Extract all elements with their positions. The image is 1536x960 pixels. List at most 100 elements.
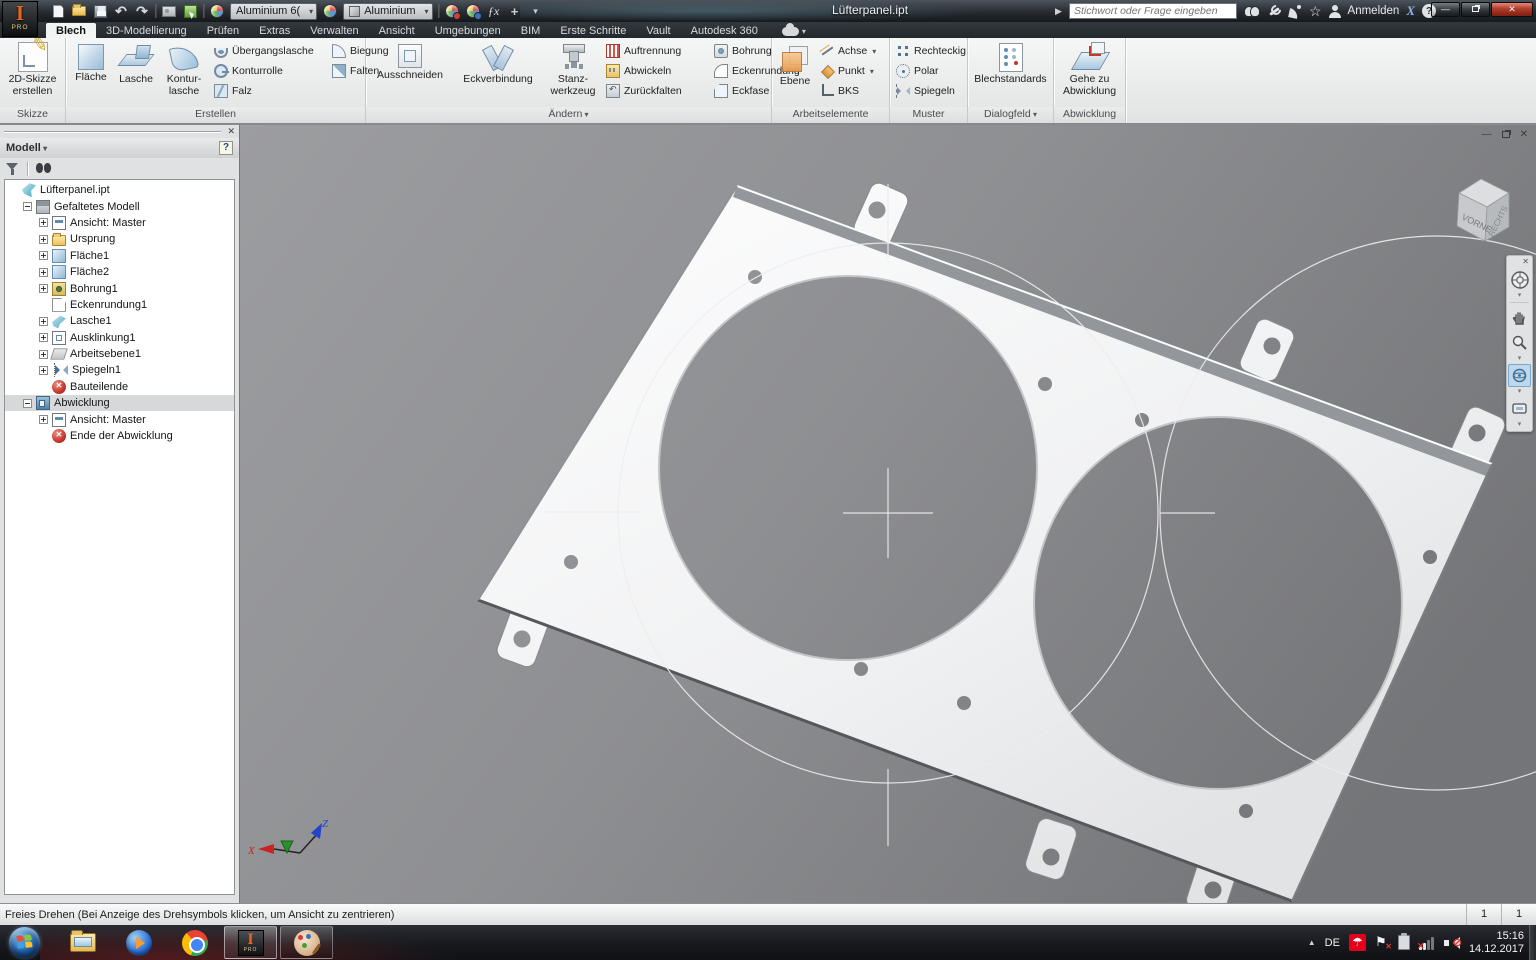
search-collapse-arrow[interactable]: ▶ [1055,6,1062,17]
save-button[interactable] [92,3,108,19]
filter-icon[interactable] [6,163,19,175]
network-icon[interactable] [1419,936,1435,950]
panel-label-dialogfeld[interactable]: Dialogfeld [968,107,1053,123]
doc-close-button[interactable]: ✕ [1520,129,1528,140]
ebene-button[interactable]: Ebene [774,40,816,88]
bks-button[interactable]: BKS [816,81,886,101]
volume-muted-icon[interactable] [1444,936,1460,950]
expand-icon[interactable] [39,235,48,244]
tab-extras[interactable]: Extras [249,23,300,38]
navbar-caret-icon[interactable]: ▾ [1518,293,1522,299]
tree-item-bauteilende[interactable]: Bauteilende [5,379,234,395]
parameters-button[interactable]: ƒx [486,3,502,19]
action-center-icon[interactable] [1375,935,1389,950]
close-button[interactable]: ✕ [1491,2,1533,17]
collapse-icon[interactable] [23,202,32,211]
undo-button[interactable]: ↶ [113,3,129,19]
flaeche-button[interactable]: Fläche [68,40,114,84]
orbit-button[interactable] [1508,364,1531,387]
appearance-combo[interactable]: Aluminium [343,3,432,20]
expand-icon[interactable] [39,317,48,326]
tree-item-bohrung1[interactable]: Bohrung1 [5,280,234,296]
update-button[interactable] [182,3,198,19]
application-menu-button[interactable]: I PRO [2,1,38,37]
collapse-icon[interactable] [23,399,32,408]
taskbar-media-player-button[interactable] [112,926,165,959]
gehe-zu-abwicklung-button[interactable]: Gehe zu Abwicklung [1056,40,1124,97]
wrench-icon[interactable] [1267,4,1281,18]
navigation-wheel-button[interactable] [1508,268,1531,291]
zurueckfalten-button[interactable]: Zurückfalten [602,81,710,101]
tab-bim[interactable]: BIM [511,23,551,38]
expand-icon[interactable] [39,333,48,342]
lasche-button[interactable]: Lasche [114,40,158,86]
tree-item-ansicht-master[interactable]: Ansicht: Master [5,215,234,231]
image-button[interactable] [161,3,177,19]
doc-minimize-button[interactable]: — [1482,129,1492,140]
tree-item-ende-der-abwicklung[interactable]: Ende der Abwicklung [5,428,234,444]
tree-item-flaeche1[interactable]: Fläche1 [5,248,234,264]
ausschneiden-button[interactable]: Ausschneiden [368,40,452,82]
clear-appearance-button[interactable] [465,3,481,19]
abwickeln-button[interactable]: Abwickeln [602,61,710,81]
communication-icon[interactable] [1288,5,1302,18]
tree-item-gefaltetes-modell[interactable]: Gefaltetes Modell [5,198,234,214]
browser-close-icon[interactable]: ✕ [227,126,235,137]
panel-label-arbeitselemente[interactable]: Arbeitselemente [772,107,889,123]
tray-clock[interactable]: 15:16 14.12.2017 [1469,930,1528,956]
clipboard-tray-icon[interactable] [1398,935,1410,950]
open-button[interactable] [71,3,87,19]
expand-icon[interactable] [39,218,48,227]
punkt-button[interactable]: Punkt [816,61,886,81]
zoom-button[interactable] [1508,331,1531,354]
konturrolle-button[interactable]: Konturrolle [210,61,328,81]
navbar-caret-icon[interactable]: ▾ [1518,422,1522,428]
new-file-button[interactable] [50,3,66,19]
show-desktop-button[interactable] [1529,925,1536,960]
tab-umgebungen[interactable]: Umgebungen [425,23,511,38]
adjust-appearance-button[interactable] [444,3,460,19]
minimize-button[interactable]: — [1431,2,1460,17]
browser-help-button[interactable]: ? [219,141,233,155]
show-hidden-icons-button[interactable]: ▲ [1308,938,1316,947]
tab-vault[interactable]: Vault [636,23,680,38]
tab-pruefen[interactable]: Prüfen [197,23,249,38]
spiegeln-button[interactable]: Spiegeln [892,81,968,101]
blechstandards-button[interactable]: Blechstandards [970,40,1052,86]
pan-button[interactable] [1508,306,1531,329]
stanzwerkzeug-button[interactable]: Stanz-werkzeug [544,40,602,97]
panel-label-muster[interactable]: Muster [890,107,967,123]
user-icon[interactable] [1329,5,1341,18]
tab-verwalten[interactable]: Verwalten [300,23,368,38]
navbar-caret-icon[interactable]: ▾ [1518,356,1522,362]
qat-customize-button[interactable]: ▾ [528,3,544,19]
qat-add-button[interactable]: + [507,3,523,19]
expand-icon[interactable] [39,415,48,424]
search-binoculars-icon[interactable] [1244,5,1260,17]
tab-3d-modellierung[interactable]: 3D-Modellierung [96,23,197,38]
favorites-star-icon[interactable]: ☆ [1309,4,1322,18]
viewport[interactable]: VORNE RECHTS X Z — ✕ ✕ [240,125,1536,903]
create-2d-sketch-button[interactable]: 2D-Skizze erstellen [2,40,64,97]
navbar-caret-icon[interactable]: ▾ [1518,389,1522,395]
browser-dock-grip[interactable]: ✕ [4,127,235,138]
falz-button[interactable]: Falz [210,81,328,101]
taskbar-inventor-button[interactable]: IPRO [224,926,277,959]
panel-label-abwicklung[interactable]: Abwicklung [1054,107,1125,123]
tree-item-spiegeln1[interactable]: Spiegeln1 [5,362,234,378]
browser-header[interactable]: Modell ? [0,138,239,158]
panel-label-aendern[interactable]: Ändern [366,107,771,123]
expand-icon[interactable] [39,350,48,359]
restore-button[interactable] [1461,2,1490,17]
tree-item-eckenrundung1[interactable]: Eckenrundung1 [5,297,234,313]
konturlasche-button[interactable]: Kontur-lasche [158,40,210,97]
tree-item-ausklinkung1[interactable]: Ausklinkung1 [5,330,234,346]
eckverbindung-button[interactable]: Eckverbindung [452,40,544,86]
find-binoculars-icon[interactable] [36,163,51,174]
expand-icon[interactable] [39,366,48,375]
auftrennung-button[interactable]: Auftrennung [602,41,710,61]
tab-ansicht[interactable]: Ansicht [369,23,425,38]
tree-item-root[interactable]: Lüfterpanel.ipt [5,182,234,198]
search-input[interactable] [1069,3,1237,19]
redo-button[interactable]: ↷ [134,3,150,19]
